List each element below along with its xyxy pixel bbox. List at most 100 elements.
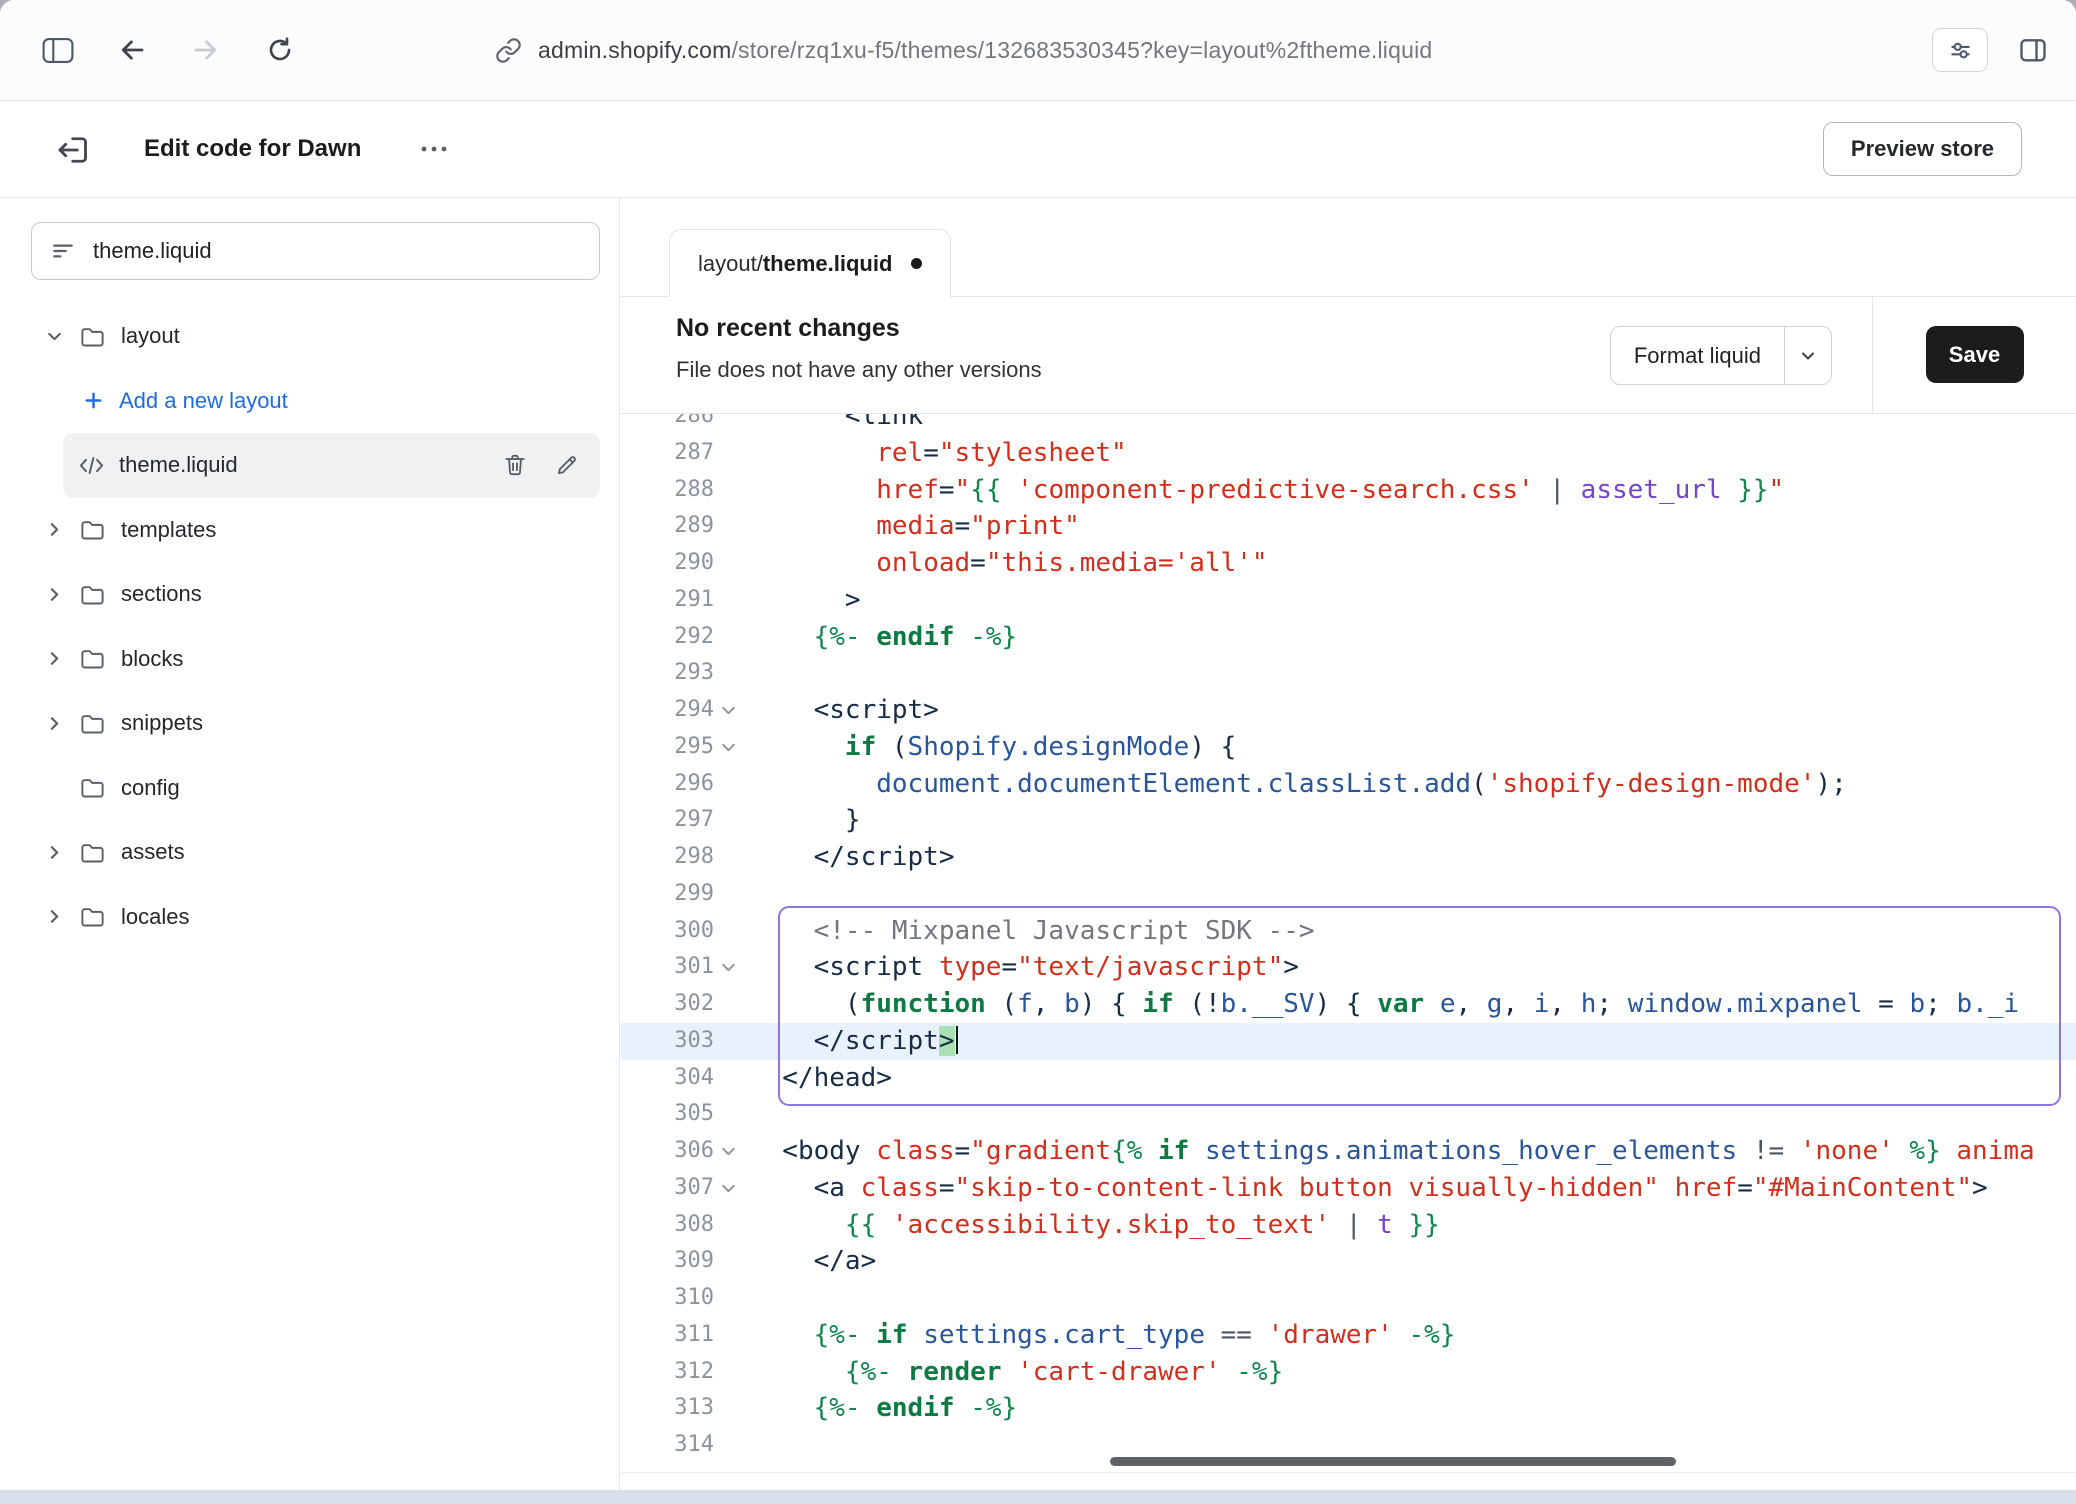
extension-toggles-icon[interactable] [1932,28,1988,72]
reload-icon[interactable] [258,0,302,100]
code-line-289[interactable]: 289 media="print" [621,508,2076,545]
code-line-313[interactable]: 313 {%- endif -%} [621,1390,2076,1427]
code-line-299[interactable]: 299 [621,876,2076,913]
sidebar-item-config[interactable]: config [0,756,619,821]
code-line-309[interactable]: 309 </a> [621,1243,2076,1280]
code-line-307[interactable]: 307 <a class="skip-to-content-link butto… [621,1170,2076,1207]
sidebar-item-templates[interactable]: templates [0,498,619,563]
tab-theme-liquid[interactable]: layout/theme.liquid [669,229,951,297]
fold-chevron-icon[interactable] [720,949,754,986]
code-line-297[interactable]: 297 } [621,802,2076,839]
code-line-304[interactable]: 304 </head> [621,1060,2076,1097]
line-number: 309 [621,1243,714,1280]
chevron-right-icon[interactable] [45,585,71,604]
code-line-290[interactable]: 290 onload="this.media='all'" [621,545,2076,582]
code-line-301[interactable]: 301 <script type="text/javascript"> [621,949,2076,986]
chevron-right-icon[interactable] [45,714,71,733]
code-line-300[interactable]: 300 <!-- Mixpanel Javascript SDK --> [621,913,2076,950]
editor-panel: layout/theme.liquid No recent changes Fi… [621,198,2076,1490]
line-number: 304 [621,1060,714,1097]
code-line-293[interactable]: 293 [621,655,2076,692]
forward-arrow-icon[interactable] [184,0,228,100]
chevron-right-icon[interactable] [45,649,71,668]
code-line-310[interactable]: 310 [621,1280,2076,1317]
code-line-294[interactable]: 294 <script> [621,692,2076,729]
line-number: 311 [621,1317,714,1354]
code-file-icon [77,451,106,480]
code-line-286[interactable]: 286 <link [621,414,2076,435]
code-editor[interactable]: 286 <link287 rel="stylesheet"288 href="{… [621,414,2076,1473]
code-line-311[interactable]: 311 {%- if settings.cart_type == 'drawer… [621,1317,2076,1354]
fold-chevron-icon[interactable] [720,692,754,729]
sidebar-item-locales[interactable]: locales [0,885,619,950]
sidebar-item-snippets[interactable]: snippets [0,691,619,756]
exit-icon[interactable] [52,130,92,170]
chevron-right-icon[interactable] [45,843,71,862]
line-number: 296 [621,766,714,803]
file-search-input[interactable] [91,237,599,265]
file-tree: layout Add a new layout theme.liquid [0,304,619,949]
code-line-287[interactable]: 287 rel="stylesheet" [621,435,2076,472]
code-text: <a class="skip-to-content-link button vi… [751,1170,1988,1207]
page-title: Edit code for Dawn [144,101,361,197]
file-status-bar: No recent changes File does not have any… [621,296,2076,414]
format-liquid-button[interactable]: Format liquid [1610,326,1832,385]
fold-gutter [720,876,754,913]
code-line-292[interactable]: 292 {%- endif -%} [621,619,2076,656]
fold-gutter [720,582,754,619]
code-line-302[interactable]: 302 (function (f, b) { if (!b.__SV) { va… [621,986,2076,1023]
line-number: 290 [621,545,714,582]
status-subtitle: File does not have any other versions [676,357,1042,383]
fold-chevron-icon[interactable] [720,1133,754,1170]
code-line-312[interactable]: 312 {%- render 'cart-drawer' -%} [621,1354,2076,1391]
code-line-303[interactable]: 303 </script> [621,1023,2076,1060]
fold-gutter [720,1280,754,1317]
sidebar-item-label: blocks [121,646,183,672]
code-line-295[interactable]: 295 if (Shopify.designMode) { [621,729,2076,766]
rename-file-icon[interactable] [554,452,580,478]
tab-file-name: theme.liquid [763,251,893,277]
selected-file-row[interactable]: theme.liquid [63,433,600,498]
code-line-308[interactable]: 308 {{ 'accessibility.skip_to_text' | t … [621,1207,2076,1244]
code-line-291[interactable]: 291 > [621,582,2076,619]
line-number: 305 [621,1096,714,1133]
fold-gutter [720,1390,754,1427]
chevron-right-icon[interactable] [45,907,71,926]
side-panel-icon[interactable] [2010,0,2056,100]
sidebar-toggle-icon[interactable] [36,0,80,100]
sidebar-item-layout[interactable]: layout [0,304,619,369]
code-line-288[interactable]: 288 href="{{ 'component-predictive-searc… [621,472,2076,509]
code-text: (function (f, b) { if (!b.__SV) { var e,… [751,986,2019,1023]
save-button[interactable]: Save [1926,326,2024,383]
add-new-layout-button[interactable]: Add a new layout [0,369,619,434]
sidebar-item-blocks[interactable]: blocks [0,627,619,692]
app-header: Edit code for Dawn Preview store [0,101,2076,198]
code-line-298[interactable]: 298 </script> [621,839,2076,876]
line-number: 294 [621,692,714,729]
folder-icon [79,903,106,930]
sidebar-item-label: layout [121,323,180,349]
window-bottom-edge [0,1490,2076,1504]
browser-toolbar: admin.shopify.com/store/rzq1xu-f5/themes… [0,0,2076,101]
fold-chevron-icon[interactable] [720,1170,754,1207]
sidebar-item-assets[interactable]: assets [0,820,619,885]
chevron-down-icon[interactable] [1784,327,1831,384]
tab-strip: layout/theme.liquid [621,229,2076,297]
code-line-306[interactable]: 306 <body class="gradient{% if settings.… [621,1133,2076,1170]
line-number: 308 [621,1207,714,1244]
fold-chevron-icon[interactable] [720,729,754,766]
horizontal-scrollbar[interactable] [1110,1457,1676,1466]
chevron-right-icon[interactable] [45,520,71,539]
file-search-box[interactable] [31,222,600,280]
chevron-down-icon[interactable] [45,327,71,346]
sidebar-item-sections[interactable]: sections [0,562,619,627]
delete-file-icon[interactable] [502,452,528,478]
code-line-305[interactable]: 305 [621,1096,2076,1133]
back-arrow-icon[interactable] [110,0,154,100]
more-options-icon[interactable] [408,129,460,169]
fold-gutter [720,414,754,435]
address-bar[interactable]: admin.shopify.com/store/rzq1xu-f5/themes… [495,0,1432,100]
preview-store-button[interactable]: Preview store [1823,122,2022,176]
code-line-296[interactable]: 296 document.documentElement.classList.a… [621,766,2076,803]
code-text: document.documentElement.classList.add('… [751,766,1847,803]
